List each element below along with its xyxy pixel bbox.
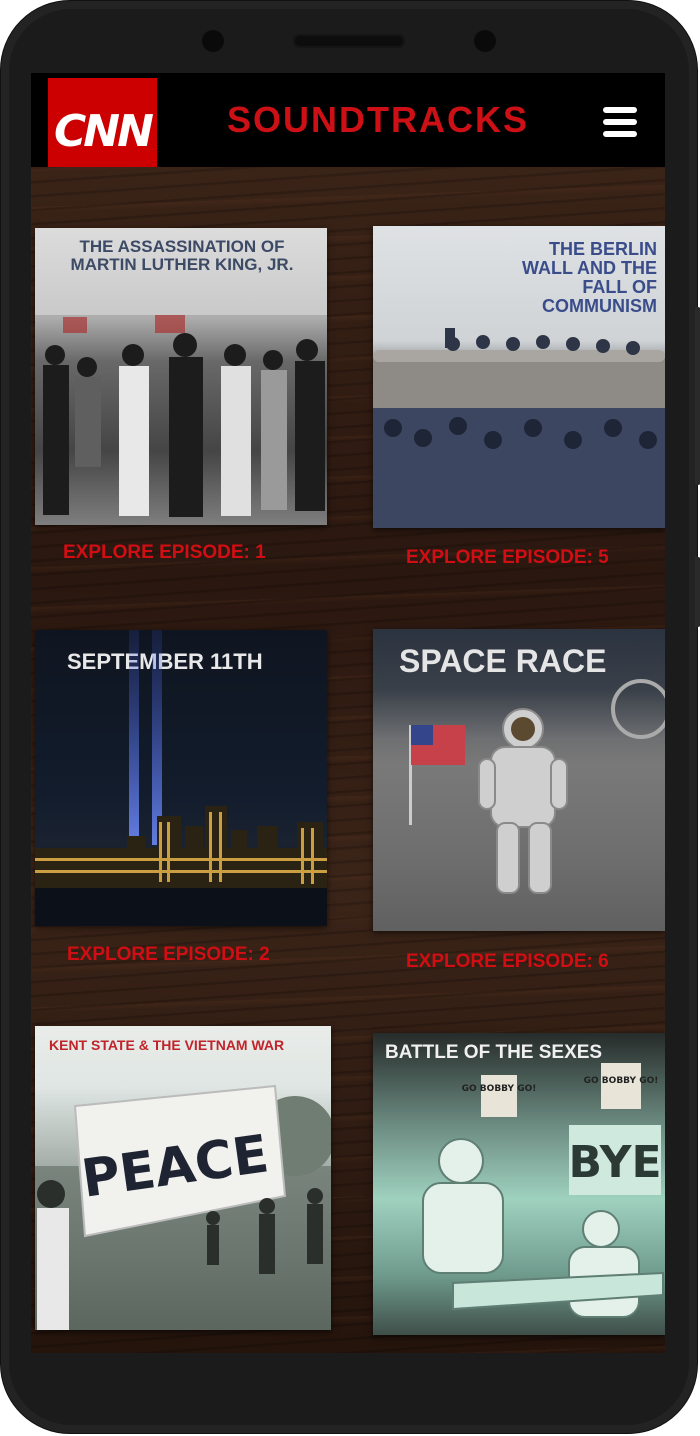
sign-go-bobby-1: GO BOBBY GO! — [462, 1084, 537, 1094]
volume-button — [695, 307, 700, 485]
cover-title-mlk: THE ASSASSINATION OF MARTIN LUTHER KING,… — [70, 237, 294, 274]
berlin-wall-photo — [373, 328, 665, 528]
episode-card-battle-of-the-sexes[interactable]: BATTLE OF THE SEXES GO BOBBY GO! GO BOBB… — [373, 1033, 665, 1335]
earpiece-speaker — [293, 34, 405, 48]
episode-card-september-11[interactable]: SEPTEMBER 11TH EXPLORE EPISODE: 2 — [35, 630, 329, 970]
episode-cover-kent-state[interactable]: KENT STATE & THE VIETNAM WAR PEACE — [35, 1026, 331, 1330]
episode-cover-september-11[interactable]: SEPTEMBER 11TH — [35, 630, 327, 926]
peace-banner-photo: PEACE — [35, 1084, 331, 1330]
proximity-sensor-icon — [474, 30, 496, 52]
episode-cover-space-race[interactable]: SPACE RACE — [373, 629, 665, 931]
episode-cover-mlk[interactable]: THE ASSASSINATION OF MARTIN LUTHER KING,… — [35, 228, 327, 525]
app-screen: CNN SOUNDTRACKS THE ASSASSINATION OF MAR… — [31, 73, 665, 1353]
phone-frame: CNN SOUNDTRACKS THE ASSASSINATION OF MAR… — [0, 0, 700, 1434]
crowd-photo — [35, 315, 327, 525]
sign-bye: BYE — [568, 1137, 661, 1188]
episode-cover-berlin[interactable]: THE BERLIN WALL AND THE FALL OF COMMUNIS… — [373, 226, 665, 528]
episode-card-mlk[interactable]: THE ASSASSINATION OF MARTIN LUTHER KING,… — [35, 228, 329, 588]
explore-episode-5-link[interactable]: EXPLORE EPISODE: 5 — [406, 547, 609, 569]
wood-background: THE ASSASSINATION OF MARTIN LUTHER KING,… — [31, 167, 665, 1353]
twin-lights-skyline-photo — [35, 630, 327, 926]
battle-of-sexes-photo: GO BOBBY GO! GO BOBBY GO! BYE — [422, 1063, 664, 1318]
explore-episode-1-link[interactable]: EXPLORE EPISODE: 1 — [63, 542, 266, 564]
episode-card-space-race[interactable]: SPACE RACE EXPLORE EPISODE: 6 — [373, 629, 665, 979]
cnn-logo-text: CNN — [54, 106, 154, 157]
cover-title-berlin: THE BERLIN WALL AND THE FALL OF COMMUNIS… — [522, 239, 657, 316]
app-header: CNN SOUNDTRACKS — [31, 73, 665, 185]
hamburger-menu-icon[interactable] — [603, 107, 637, 137]
episode-card-kent-state[interactable]: KENT STATE & THE VIETNAM WAR PEACE — [35, 1026, 331, 1330]
explore-episode-2-link[interactable]: EXPLORE EPISODE: 2 — [67, 944, 270, 966]
front-camera-icon — [202, 30, 224, 52]
astronaut-moon-photo — [373, 679, 665, 931]
episode-cover-battle-of-the-sexes[interactable]: BATTLE OF THE SEXES GO BOBBY GO! GO BOBB… — [373, 1033, 665, 1335]
power-button — [695, 557, 700, 627]
page-title: SOUNDTRACKS — [227, 99, 530, 140]
episode-card-berlin[interactable]: THE BERLIN WALL AND THE FALL OF COMMUNIS… — [373, 226, 665, 586]
explore-episode-6-link[interactable]: EXPLORE EPISODE: 6 — [406, 951, 609, 973]
sign-go-bobby-2: GO BOBBY GO! — [584, 1076, 659, 1086]
